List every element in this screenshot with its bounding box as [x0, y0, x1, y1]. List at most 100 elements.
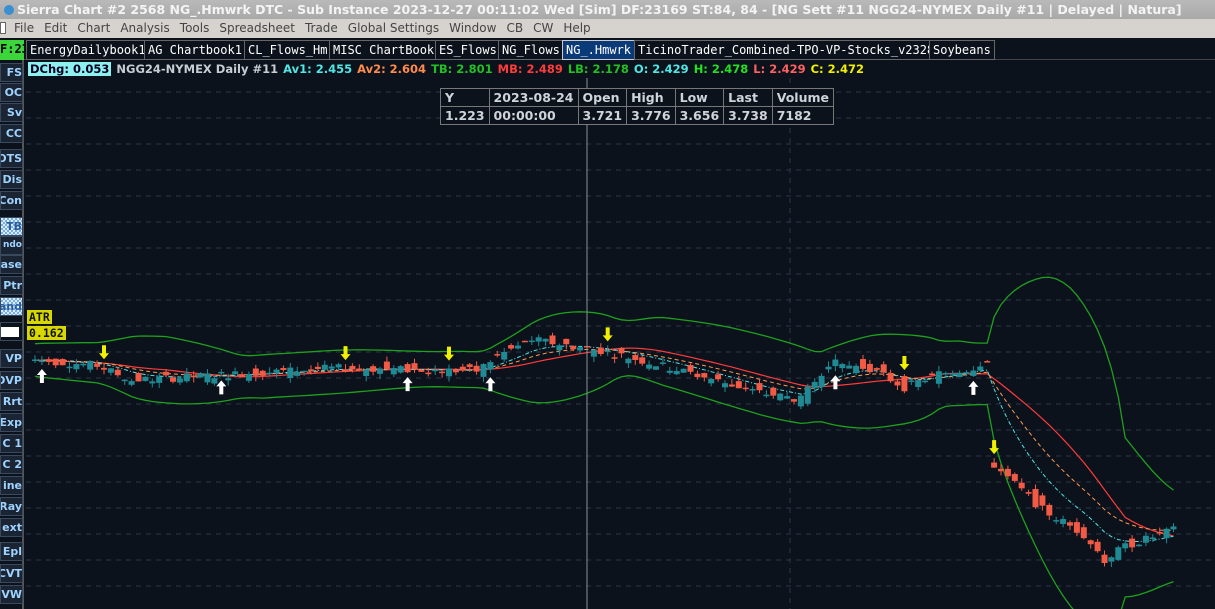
menu-file[interactable]: File — [9, 21, 39, 35]
candle-body — [880, 364, 887, 373]
menu-cb[interactable]: CB — [501, 21, 528, 35]
toolbar-button-ptr[interactable]: Ptr — [0, 276, 23, 295]
sell-arrow-icon — [340, 346, 351, 361]
candle-body — [432, 369, 439, 372]
tab-ng-hmwrk[interactable]: NG_.Hmwrk — [562, 40, 636, 60]
candle-body — [749, 389, 756, 391]
candle-body — [211, 378, 218, 384]
tab-energydailybook1[interactable]: EnergyDailybook1 — [26, 40, 150, 60]
menu-cw[interactable]: CW — [528, 21, 558, 35]
candle-body — [735, 381, 742, 389]
candle-body — [197, 373, 204, 378]
candle-body — [1094, 541, 1101, 552]
candle-body — [1101, 554, 1108, 563]
toolbar-button-rrt[interactable]: Rrt — [0, 392, 23, 411]
toolbar-button-oc[interactable]: OC — [0, 83, 23, 102]
candle-body — [273, 369, 280, 373]
menu-analysis[interactable]: Analysis — [115, 21, 174, 35]
header-3: High — [626, 88, 676, 107]
f23-indicator[interactable]: F:23 — [0, 40, 24, 60]
tab-misc-chartbook[interactable]: MISC ChartBook — [329, 40, 439, 60]
candle-body — [901, 376, 908, 392]
candle-body — [777, 393, 784, 401]
candle-body — [128, 381, 135, 385]
upper-band-line — [34, 276, 1174, 491]
candle-body — [1108, 557, 1115, 562]
menu-window[interactable]: Window — [444, 21, 501, 35]
candle-body — [73, 364, 80, 370]
candle-body — [383, 361, 390, 370]
tab-ticinotrader-combined-tpo-vp-stocks-v2328[interactable]: TicinoTrader_Combined-TPO-VP-Stocks_v232… — [634, 40, 939, 60]
candle-body — [301, 370, 308, 373]
candle-body — [149, 381, 156, 384]
sell-arrow-icon — [444, 346, 454, 361]
candle-body — [1073, 522, 1080, 533]
toolbar-button-con[interactable]: Con — [0, 191, 23, 210]
candle-body — [356, 368, 363, 371]
toolbar-button-ext[interactable]: ext — [0, 518, 23, 537]
toolbar-button-ndo[interactable]: ndo — [0, 236, 23, 255]
toolbar-button-fs[interactable]: FS — [0, 63, 23, 82]
candle-body — [342, 369, 349, 372]
candle-body — [722, 383, 728, 388]
toolbar-button-epl[interactable]: Epl — [0, 542, 23, 561]
toolbar-button-ray[interactable]: Ray — [0, 497, 23, 516]
toolbar-button-c-2[interactable]: C 2 — [0, 455, 23, 474]
menu-edit[interactable]: Edit — [39, 21, 72, 35]
toolbar-button-dis[interactable]: Dis — [0, 170, 23, 189]
atr-study-label: ATR 0.162 — [27, 310, 66, 342]
toolbar-button-cc[interactable]: CC — [0, 124, 23, 143]
toolbar-button-rase[interactable]: rase — [0, 255, 23, 274]
tab-es-flows[interactable]: ES_Flows — [435, 40, 501, 60]
candle-body — [314, 366, 321, 370]
menu-trade[interactable]: Trade — [300, 21, 343, 35]
menu-spreadsheet[interactable]: Spreadsheet — [214, 21, 300, 35]
menu-tools[interactable]: Tools — [175, 21, 215, 35]
candle-body — [935, 371, 942, 384]
toolbar-button-blank[interactable] — [0, 322, 23, 341]
candle-body — [397, 366, 404, 373]
high-value: H: 2.478 — [693, 62, 749, 76]
candle-body — [190, 375, 197, 378]
header-5: Last — [723, 88, 773, 107]
toolbar-button-vw[interactable]: VW — [0, 585, 23, 604]
candle-body — [639, 357, 646, 364]
toolbar-button-ots[interactable]: OTS — [0, 149, 23, 168]
toolbar-button-c-1[interactable]: C 1 — [0, 434, 23, 453]
toolbar-button-vp[interactable]: VP — [0, 349, 23, 368]
menu-global-settings[interactable]: Global Settings — [343, 21, 444, 35]
dchg-value: DChg: 0.053 — [28, 62, 112, 76]
candle-body — [404, 364, 411, 373]
candle-body — [1122, 543, 1129, 549]
toolbar-button-exp[interactable]: Exp — [0, 413, 23, 432]
tab-ag-chartbook1[interactable]: AG Chartbook1 — [144, 40, 246, 60]
header-4: Low — [674, 88, 725, 107]
tab-soybeans[interactable]: Soybeans — [929, 40, 995, 60]
candle-body — [556, 345, 563, 351]
candle-body — [487, 362, 494, 370]
candle-body — [45, 359, 52, 362]
toolbar-button-tb[interactable]: TB — [0, 217, 23, 236]
tab-cl-flows-hm[interactable]: CL_Flows_Hm — [244, 40, 332, 60]
menu-help[interactable]: Help — [558, 21, 595, 35]
value-2: 3.721 — [577, 106, 628, 125]
app-icon — [4, 5, 14, 15]
candle-body — [176, 378, 183, 383]
toolbar-button-dvp[interactable]: DVP — [0, 371, 23, 390]
toolbar-button-ine[interactable]: ine — [0, 476, 23, 495]
window-title: Sierra Chart #2 2568 NG_.Hmwrk DTC - Sub… — [17, 2, 1182, 17]
symbol-label: NGG24-NYMEX Daily #11 — [116, 62, 279, 76]
menu-chart[interactable]: Chart — [72, 21, 115, 35]
candle-body — [866, 363, 873, 373]
candle-body — [480, 364, 487, 377]
tab-ng-flows[interactable]: NG_Flows — [498, 40, 564, 60]
candle-body — [363, 369, 370, 376]
candle-body — [473, 365, 480, 372]
toolbar-button-sv[interactable]: Sv — [0, 103, 23, 122]
candle-body — [611, 357, 618, 359]
toolbar-button-and[interactable]: and — [0, 297, 23, 316]
toolbar-button-cvt[interactable]: CVT — [0, 564, 23, 583]
candle-body — [266, 372, 273, 375]
price-chart[interactable] — [26, 78, 1215, 609]
candle-body — [991, 462, 998, 468]
